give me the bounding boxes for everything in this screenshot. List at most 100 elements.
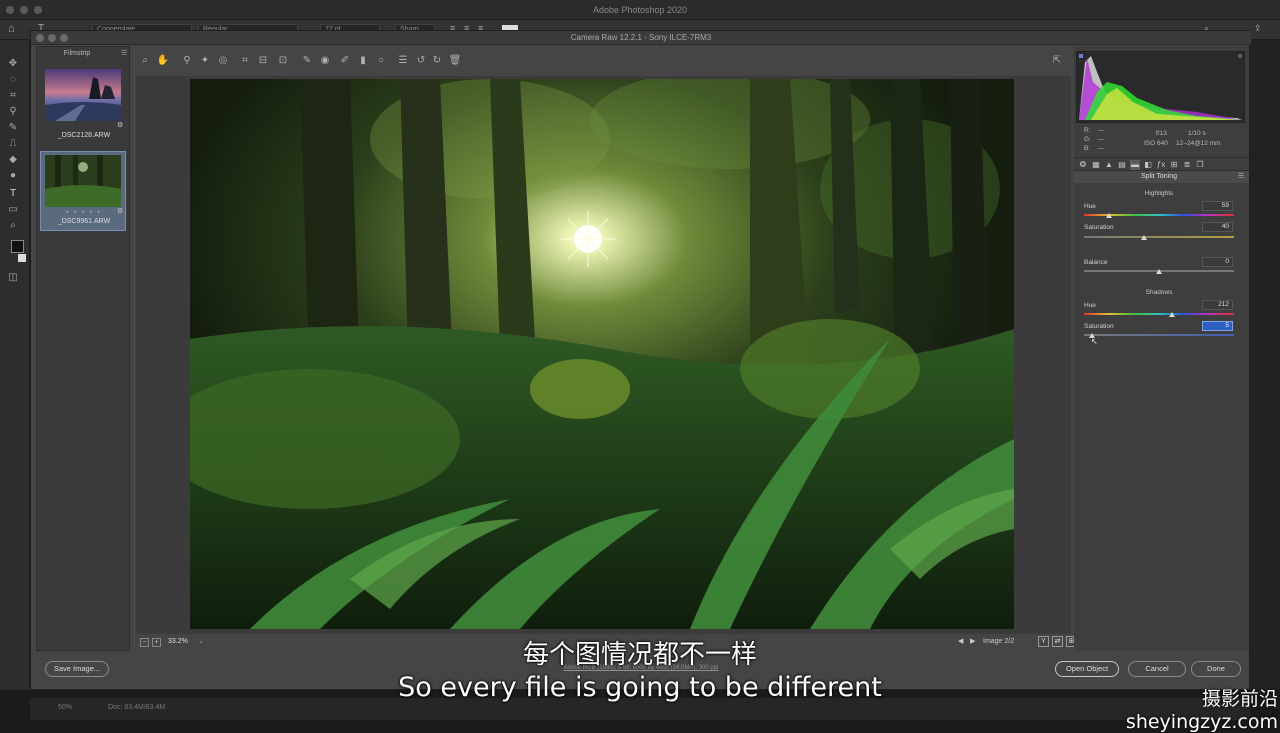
tab-hsl-icon[interactable]: ▤ xyxy=(1117,160,1127,170)
stamp-tool-icon[interactable]: ⎍ xyxy=(6,138,20,150)
shadows-saturation-value[interactable]: 5 xyxy=(1202,321,1233,331)
g-label: G: xyxy=(1084,136,1091,143)
rotate-left-icon[interactable]: ↺ xyxy=(413,53,429,69)
shadows-saturation-label: Saturation xyxy=(1084,323,1114,330)
shadows-heading: Shadows xyxy=(1145,289,1173,296)
shape-tool-icon[interactable]: ▭ xyxy=(6,204,20,216)
photoshop-title: Adobe Photoshop 2020 xyxy=(592,5,688,15)
shadows-hue-value[interactable]: 212 xyxy=(1202,300,1233,310)
highlights-saturation-label: Saturation xyxy=(1084,224,1114,231)
lasso-tool-icon[interactable]: ◌ xyxy=(6,74,20,86)
tab-calibration-icon[interactable]: ⊞ xyxy=(1169,160,1179,170)
mouse-pointer-icon: ↖ xyxy=(1091,337,1098,346)
share-icon[interactable]: ⇪ xyxy=(1254,23,1262,34)
tab-tone-curve-icon[interactable]: ▦ xyxy=(1091,160,1101,170)
type-tool-icon[interactable]: T xyxy=(6,188,20,200)
straighten-tool-icon[interactable]: ⊟ xyxy=(255,53,271,69)
b-value: --- xyxy=(1098,145,1105,152)
background-color-swatch[interactable] xyxy=(18,254,26,262)
preferences-icon[interactable]: ☰ xyxy=(395,53,411,69)
highlights-hue-value[interactable]: 59 xyxy=(1202,201,1233,211)
red-eye-tool-icon[interactable]: ◉ xyxy=(317,53,333,69)
panel-menu-icon[interactable]: ☰ xyxy=(1238,172,1244,180)
filmstrip-item[interactable]: ⚙ _DSC2128.ARW xyxy=(40,65,126,145)
aperture: f/13 xyxy=(1156,130,1167,137)
preview-photo[interactable] xyxy=(190,79,1014,629)
photoshop-titlebar: Adobe Photoshop 2020 xyxy=(0,0,1280,20)
panel-header: Split Toning ☰ xyxy=(1074,171,1249,183)
hand-tool-icon[interactable]: ✋ xyxy=(155,53,171,69)
histogram xyxy=(1076,51,1245,123)
watermark: 摄影前沿 sheyingzyz.com xyxy=(1125,688,1278,733)
rotate-right-icon[interactable]: ↻ xyxy=(429,53,445,69)
highlight-clipping-icon[interactable] xyxy=(1238,54,1242,58)
tab-presets-icon[interactable]: ≣ xyxy=(1182,160,1192,170)
highlights-hue-thumb[interactable] xyxy=(1105,213,1112,218)
highlights-saturation-thumb[interactable] xyxy=(1141,235,1147,240)
filmstrip-panel: Filmstrip ☰ ⚙ _DSC2128.ARW • • • • • ⚙ _… xyxy=(36,46,130,651)
iso: ISO 640 xyxy=(1144,140,1168,147)
star-rating[interactable]: • • • • • xyxy=(41,210,127,216)
tab-snapshots-icon[interactable]: ❐ xyxy=(1195,160,1205,170)
photoshop-toolbar: ✥ ◌ ⌗ ⚲ ✎ ⎍ ◆ ● T ▭ ⌕ ◫ xyxy=(0,40,30,690)
photoshop-right-panels xyxy=(1250,40,1280,690)
shadows-hue-slider[interactable] xyxy=(1084,313,1234,315)
spot-removal-tool-icon[interactable]: ✎ xyxy=(299,53,315,69)
camera-info: R: --- G: --- B: --- f/13 1/10 s ISO 640… xyxy=(1074,125,1249,155)
color-sampler-tool-icon[interactable]: ✦ xyxy=(197,53,213,69)
shadow-clipping-icon[interactable] xyxy=(1079,54,1083,58)
crop-tool-icon[interactable]: ⌗ xyxy=(6,90,20,102)
thumbnail-filename: _DSC2128.ARW xyxy=(57,132,111,139)
highlights-saturation-slider[interactable] xyxy=(1084,236,1234,238)
camera-raw-dialog: Camera Raw 12.2.1 - Sony ILCE-7RM3 ⌕ ✋ ⚲… xyxy=(30,30,1251,690)
fullscreen-icon[interactable]: ⇱ xyxy=(1049,53,1065,69)
shadows-saturation-slider[interactable] xyxy=(1084,334,1234,336)
tab-split-toning-icon[interactable]: ▬ xyxy=(1130,160,1140,170)
tab-lens-icon[interactable]: ◧ xyxy=(1143,160,1153,170)
zoom-tool-icon[interactable]: ⌕ xyxy=(137,53,153,69)
status-doc-size: Doc: 83.4M/83.4M xyxy=(108,704,166,711)
edit-badge-icon: ⚙ xyxy=(117,208,124,215)
highlights-hue-label: Hue xyxy=(1084,203,1096,210)
panel-tabs: ❂ ▦ ▲ ▤ ▬ ◧ ƒx ⊞ ≣ ❐ xyxy=(1074,157,1249,171)
filmstrip-title: Filmstrip xyxy=(63,50,91,57)
balance-thumb[interactable] xyxy=(1156,269,1162,274)
filmstrip-item-selected[interactable]: • • • • • ⚙ _DSC9961.ARW xyxy=(40,151,126,231)
dodge-tool-icon[interactable]: ● xyxy=(6,170,20,182)
graduated-filter-icon[interactable]: ▮ xyxy=(355,53,371,69)
quick-mask-icon[interactable]: ◫ xyxy=(6,272,20,284)
trash-icon[interactable]: 🗑 xyxy=(447,53,463,69)
shadows-hue-thumb[interactable] xyxy=(1169,312,1176,317)
tab-basic-icon[interactable]: ❂ xyxy=(1078,160,1088,170)
panel-title: Split Toning xyxy=(1140,173,1178,180)
paint-bucket-icon[interactable]: ◆ xyxy=(6,154,20,166)
tab-detail-icon[interactable]: ▲ xyxy=(1104,160,1114,170)
filmstrip-menu-icon[interactable]: ☰ xyxy=(121,49,127,57)
thumbnail-filename: _DSC9961.ARW xyxy=(57,218,111,225)
status-zoom: 50% xyxy=(58,704,73,711)
thumbnail-image xyxy=(45,155,121,207)
r-label: R: xyxy=(1084,127,1091,134)
balance-value[interactable]: 0 xyxy=(1202,257,1233,267)
adjustments-panel: R: --- G: --- B: --- f/13 1/10 s ISO 640… xyxy=(1074,46,1249,651)
eyedropper-tool-icon[interactable]: ⚲ xyxy=(6,106,20,118)
targeted-adjustment-tool-icon[interactable]: ◎ xyxy=(215,53,231,69)
subtitle-chinese: 每个图情况都不一样 xyxy=(522,640,757,670)
g-value: --- xyxy=(1098,136,1105,143)
white-balance-tool-icon[interactable]: ⚲ xyxy=(179,53,195,69)
adjustment-brush-icon[interactable]: ✐ xyxy=(337,53,353,69)
image-preview-area[interactable] xyxy=(136,76,1071,634)
foreground-color-swatch[interactable] xyxy=(11,240,24,253)
lens-focal-length: 12–24@12 mm xyxy=(1176,140,1221,147)
transform-tool-icon[interactable]: ⊡ xyxy=(275,53,291,69)
brush-tool-icon[interactable]: ✎ xyxy=(6,122,20,134)
move-tool-icon[interactable]: ✥ xyxy=(6,58,20,70)
tab-effects-icon[interactable]: ƒx xyxy=(1156,160,1166,170)
highlights-saturation-value[interactable]: 40 xyxy=(1202,222,1233,232)
highlights-heading: Highlights xyxy=(1144,190,1174,197)
radial-filter-icon[interactable]: ○ xyxy=(373,53,389,69)
zoom-tool-icon[interactable]: ⌕ xyxy=(6,220,20,232)
crop-tool-icon[interactable]: ⌗ xyxy=(237,53,253,69)
balance-label: Balance xyxy=(1084,259,1108,266)
home-icon[interactable]: ⌂ xyxy=(8,23,15,35)
